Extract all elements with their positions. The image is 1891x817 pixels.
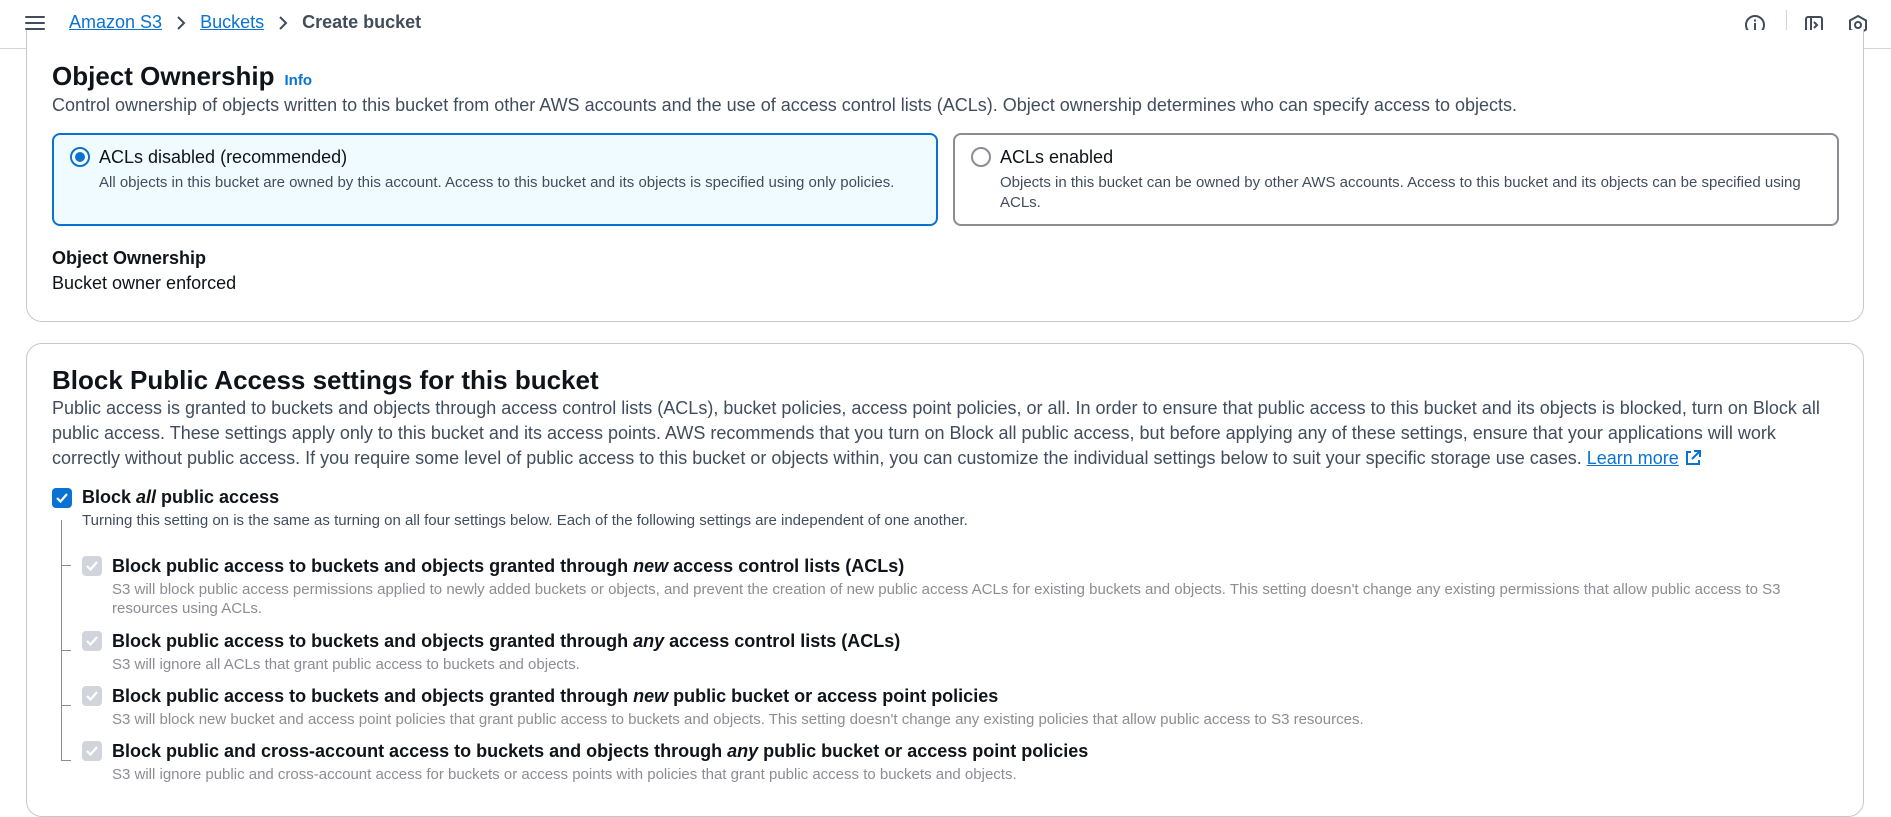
acls-enabled-description: Objects in this bucket can be owned by o… bbox=[1000, 174, 1801, 211]
object-ownership-title: Object Ownership bbox=[52, 61, 275, 91]
tree-connector-branch bbox=[61, 760, 71, 761]
block-new-policies-description: S3 will block new bucket and access poin… bbox=[112, 711, 1364, 728]
acls-enabled-option[interactable]: ACLs enabled Objects in this bucket can … bbox=[953, 133, 1839, 226]
chevron-right-icon bbox=[278, 15, 288, 31]
tree-connector-branch bbox=[61, 565, 71, 566]
block-new-acls-description: S3 will block public access permissions … bbox=[112, 581, 1781, 617]
acls-disabled-radio[interactable] bbox=[70, 147, 90, 167]
block-any-acls-description: S3 will ignore all ACLs that grant publi… bbox=[112, 656, 580, 673]
block-all-public-access-checkbox[interactable] bbox=[52, 488, 72, 508]
block-public-access-description: Public access is granted to buckets and … bbox=[52, 396, 1847, 474]
block-any-policies-label: Block public and cross-account access to… bbox=[112, 741, 1089, 761]
tree-connector-branch bbox=[61, 650, 71, 651]
block-new-acls-checkbox bbox=[82, 556, 102, 576]
acls-enabled-label: ACLs enabled bbox=[1000, 147, 1114, 167]
acls-enabled-radio[interactable] bbox=[971, 147, 991, 167]
tree-connector-line bbox=[61, 520, 62, 760]
check-icon bbox=[86, 636, 98, 647]
object-ownership-field-value: Bucket owner enforced bbox=[52, 273, 237, 293]
info-link[interactable]: Info bbox=[285, 72, 313, 89]
external-link-icon bbox=[1684, 449, 1702, 474]
object-ownership-heading: Object Ownership Info bbox=[52, 61, 312, 92]
block-any-policies-checkbox bbox=[82, 741, 102, 761]
learn-more-link[interactable]: Learn more bbox=[1587, 448, 1679, 468]
block-any-acls-label: Block public access to buckets and objec… bbox=[112, 631, 901, 651]
block-all-public-access-label: Block all public access bbox=[82, 487, 280, 507]
block-any-policies-description: S3 will ignore public and cross-account … bbox=[112, 766, 1017, 783]
object-ownership-description: Control ownership of objects written to … bbox=[52, 95, 1518, 115]
block-public-access-heading: Block Public Access settings for this bu… bbox=[52, 365, 599, 395]
check-icon bbox=[86, 746, 98, 757]
block-all-public-access-description: Turning this setting on is the same as t… bbox=[82, 512, 968, 529]
check-icon bbox=[86, 561, 98, 572]
acls-disabled-description: All objects in this bucket are owned by … bbox=[99, 174, 895, 191]
block-new-acls-label: Block public access to buckets and objec… bbox=[112, 556, 905, 576]
chevron-right-icon bbox=[176, 15, 186, 31]
acls-disabled-label: ACLs disabled (recommended) bbox=[99, 147, 348, 167]
block-public-access-description-text: Public access is granted to buckets and … bbox=[52, 398, 1820, 468]
tree-connector-branch bbox=[61, 705, 71, 706]
check-icon bbox=[86, 691, 98, 702]
block-new-policies-label: Block public access to buckets and objec… bbox=[112, 686, 999, 706]
block-new-policies-checkbox bbox=[82, 686, 102, 706]
block-any-acls-checkbox bbox=[82, 631, 102, 651]
object-ownership-field-label: Object Ownership bbox=[52, 248, 207, 268]
learn-more-label: Learn more bbox=[1586, 448, 1679, 468]
acls-disabled-option[interactable]: ACLs disabled (recommended) All objects … bbox=[52, 133, 938, 226]
check-icon bbox=[56, 493, 68, 504]
